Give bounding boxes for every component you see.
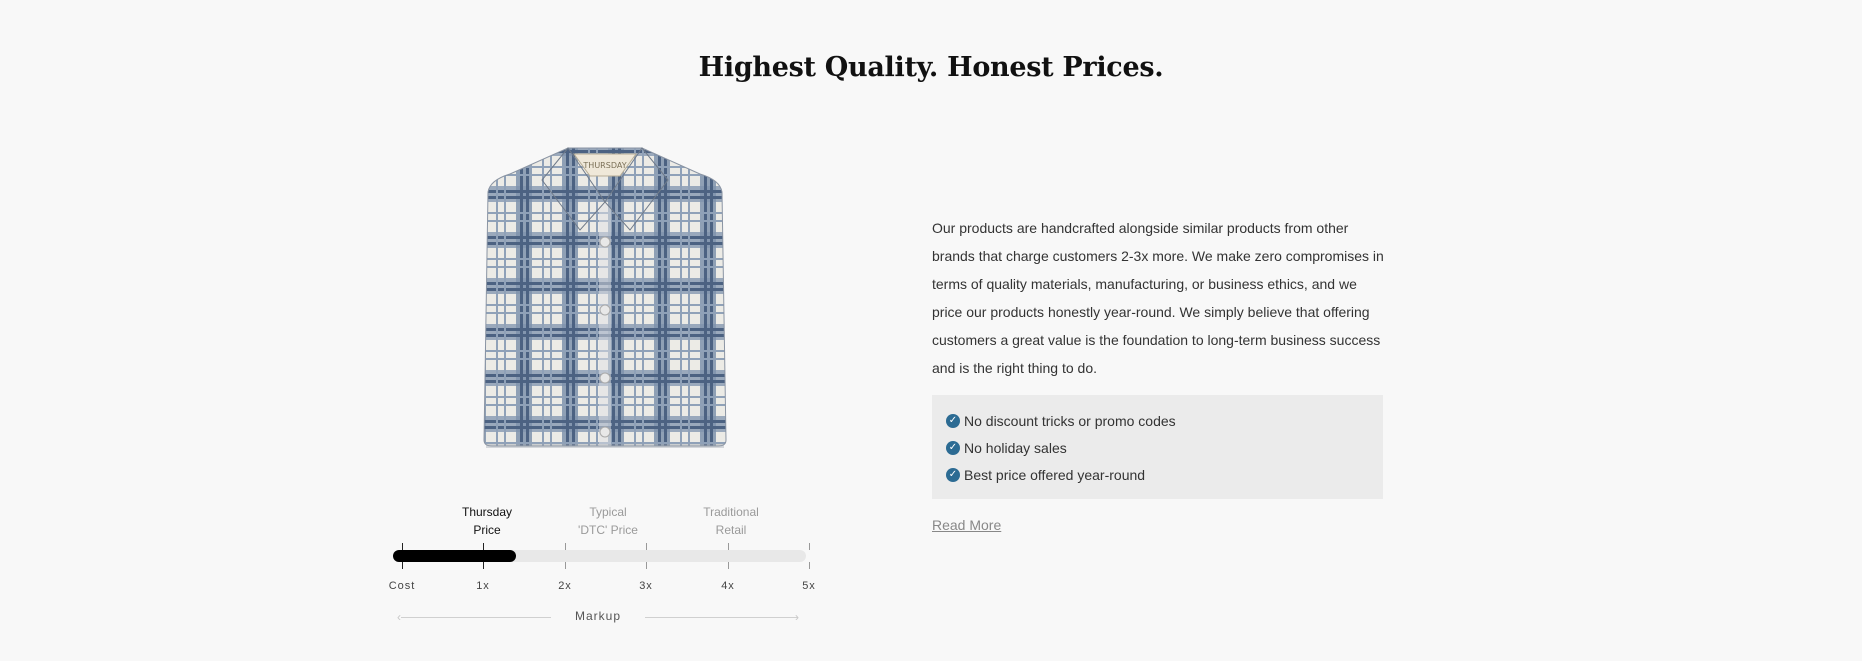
column-label-line: Price <box>473 523 501 537</box>
check-circle-icon: ✓ <box>946 468 960 482</box>
axis-tick-top <box>646 543 647 550</box>
markup-arrow-line-right <box>645 617 798 618</box>
benefit-item: ✓ Best price offered year-round <box>946 465 1145 485</box>
benefit-text: No discount tricks or promo codes <box>964 413 1176 429</box>
axis-tick-top <box>809 543 810 550</box>
markup-arrow-line-left <box>401 617 551 618</box>
axis-tick-label: 5x <box>802 580 816 592</box>
shirt-label-text: THURSDAY <box>582 161 626 170</box>
axis-tick-bottom <box>483 562 484 569</box>
check-circle-icon: ✓ <box>946 441 960 455</box>
check-circle-icon: ✓ <box>946 414 960 428</box>
column-label-line: Retail <box>715 523 747 537</box>
column-label-line: 'DTC' Price <box>578 523 638 537</box>
axis-tick-top <box>402 543 403 550</box>
axis-tick-label: 1x <box>476 580 490 592</box>
column-label-dtc: Typical 'DTC' Price <box>553 503 663 539</box>
column-label-retail: Traditional Retail <box>676 503 786 539</box>
axis-tick-bottom <box>809 562 810 569</box>
benefit-item: ✓ No holiday sales <box>946 438 1067 458</box>
axis-tick-label: Cost <box>388 580 416 592</box>
axis-tick-top <box>565 543 566 550</box>
axis-tick-bottom <box>646 562 647 569</box>
axis-tick-top <box>483 543 484 550</box>
axis-tick-label: 2x <box>558 580 572 592</box>
axis-tick-label: 3x <box>639 580 653 592</box>
product-image-shirt: THURSDAY <box>483 147 727 448</box>
axis-tick-bottom <box>402 562 403 569</box>
benefits-box: ✓ No discount tricks or promo codes ✓ No… <box>932 395 1383 499</box>
axis-tick-top <box>728 543 729 550</box>
benefit-text: No holiday sales <box>964 440 1067 456</box>
axis-tick-bottom <box>728 562 729 569</box>
markup-bar-fill <box>393 550 516 562</box>
markup-chart: Thursday Price Typical 'DTC' Price Tradi… <box>385 495 830 630</box>
column-label-line: Traditional <box>703 505 759 519</box>
description-text: Our products are handcrafted alongside s… <box>932 220 1384 376</box>
arrow-left-icon: ‹ <box>397 610 401 624</box>
column-label-line: Thursday <box>461 505 513 519</box>
arrow-right-icon: › <box>795 610 799 624</box>
column-label-line: Typical <box>589 505 627 519</box>
benefit-text: Best price offered year-round <box>964 467 1146 483</box>
benefit-item: ✓ No discount tricks or promo codes <box>946 411 1176 431</box>
column-label-thursday: Thursday Price <box>432 503 542 539</box>
section-title: Highest Quality. Honest Prices. <box>698 52 1164 83</box>
axis-tick-bottom <box>565 562 566 569</box>
markup-axis-label: Markup <box>574 609 621 623</box>
axis-tick-label: 4x <box>721 580 735 592</box>
read-more-link[interactable]: Read More <box>932 517 1001 533</box>
